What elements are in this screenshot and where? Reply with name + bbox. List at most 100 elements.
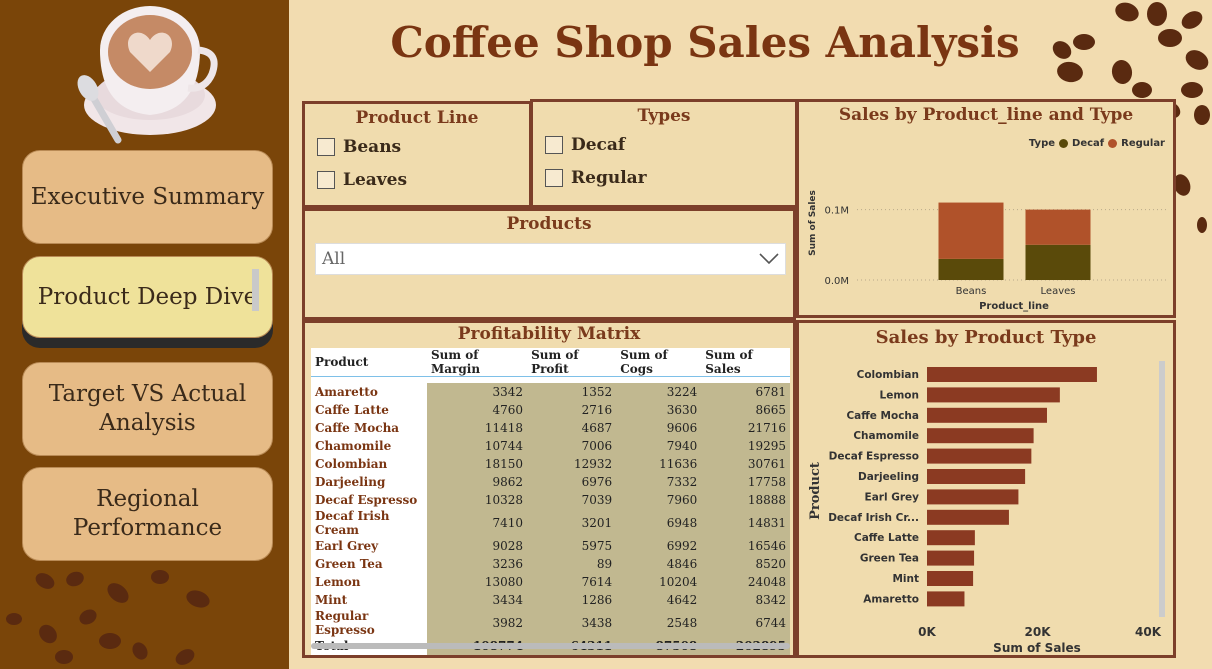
checkbox-icon[interactable] [317,137,335,156]
x-axis-title: Product_line [979,301,1049,312]
row-value-cell: 4760 [427,400,528,419]
horizontal-scrollbar[interactable] [311,643,790,649]
x-tick-label: 20K [1025,625,1052,639]
row-value-cell: 7006 [527,436,617,455]
column-header[interactable]: Sum of Profit [527,348,617,377]
row-value-cell: 11636 [616,454,702,473]
bar-segment-regular [938,202,1004,259]
row-value-cell: 12932 [527,454,617,473]
row-value-cell: 3630 [616,400,702,419]
checkbox-label: Leaves [343,169,408,190]
x-tick-label: Leaves [1041,286,1076,297]
row-value-cell: 17758 [701,472,790,491]
row-value-cell: 24048 [701,572,790,591]
y-tick-label: Green Tea [860,553,919,565]
row-value-cell: 19295 [701,436,790,455]
bar [927,407,1047,423]
products-dropdown[interactable]: All [315,243,786,275]
y-tick-label: 0.1M [824,206,849,217]
bar [927,530,975,546]
row-value-cell: 6948 [616,508,702,537]
leaves-checkbox[interactable]: Leaves [317,163,529,196]
column-header[interactable]: Sum of Sales [701,348,790,377]
sales-by-product-type-chart: Sales by Product Type Colombian Lemon Caff… [796,320,1176,658]
bar [927,448,1032,464]
coffee-cup-icon [77,6,218,144]
y-axis-title: Product [808,462,823,520]
table-row[interactable]: Lemon 13080 7614 10204 24048 [311,572,790,591]
y-tick-label: Decaf Espresso [829,451,919,463]
regular-checkbox[interactable]: Regular [545,161,795,194]
table-row[interactable]: Decaf Espresso 10328 7039 7960 18888 [311,490,790,509]
table-row[interactable]: Mint 3434 1286 4642 8342 [311,590,790,609]
y-tick-label: Mint [892,573,919,585]
table-row[interactable]: Green Tea 3236 89 4846 8520 [311,554,790,573]
bar [927,571,974,586]
column-header[interactable]: Sum of Cogs [616,348,702,377]
checkbox-icon[interactable] [317,170,335,189]
row-product-cell: Lemon [311,572,427,591]
row-value-cell: 8520 [701,554,790,573]
checkbox-icon[interactable] [545,135,563,154]
bar [927,428,1034,444]
row-value-cell: 7960 [616,490,702,509]
row-value-cell: 6992 [616,536,702,555]
y-axis-title: Sum of Sales [808,190,818,256]
y-tick-label: Caffe Latte [854,532,919,544]
legend-label: Regular [1121,138,1165,149]
nav-label: Product Deep Dive [37,283,258,310]
row-value-cell: 10328 [427,490,528,509]
bar-segment-decaf [1025,244,1091,280]
products-slicer: Products All [302,208,796,320]
matrix-table: Product Sum of Margin Sum of Profit Sum … [311,348,790,655]
nav-target-vs-actual-button[interactable]: Target VS Actual Analysis [22,362,273,456]
table-row[interactable]: Darjeeling 9862 6976 7332 17758 [311,472,790,491]
row-value-cell: 2716 [527,400,617,419]
table-row[interactable]: Regular Espresso 3982 3438 2548 6744 [311,608,790,637]
legend-swatch-regular [1108,139,1118,148]
row-product-cell: Colombian [311,454,427,473]
coffee-beans-decoration-icon [6,570,210,665]
nav-product-deep-dive-button[interactable]: Product Deep Dive [22,256,273,338]
row-value-cell: 18150 [427,454,528,473]
column-header[interactable]: Product [311,348,427,377]
table-row[interactable]: Earl Grey 9028 5975 6992 16546 [311,536,790,555]
y-tick-label: Colombian [857,369,919,381]
y-tick-label: 0.0M [824,276,849,287]
row-value-cell: 4642 [616,590,702,609]
nav-executive-summary-button[interactable]: Executive Summary [22,150,273,244]
vertical-scrollbar[interactable] [1159,361,1165,617]
table-row[interactable]: Colombian 18150 12932 11636 30761 [311,454,790,473]
scrollbar[interactable] [252,269,259,311]
decaf-checkbox[interactable]: Decaf [545,128,795,161]
row-value-cell: 1286 [527,590,617,609]
row-value-cell: 18888 [701,490,790,509]
row-product-cell: Regular Espresso [311,608,427,637]
table-row[interactable]: Amaretto 3342 1352 3224 6781 [311,382,790,401]
row-product-cell: Darjeeling [311,472,427,491]
chart-legend: Type Decaf Regular [1029,138,1165,149]
row-value-cell: 7410 [427,508,528,537]
bar [927,489,1019,505]
slicer-title: Product Line [355,108,479,128]
bar [927,509,1009,525]
sidebar: Executive Summary Product Deep Dive Targ… [0,0,289,669]
checkbox-icon[interactable] [545,168,563,187]
column-header[interactable]: Sum of Margin [427,348,528,377]
row-product-cell: Earl Grey [311,536,427,555]
row-value-cell: 3201 [527,508,617,537]
nav-regional-performance-button[interactable]: Regional Performance [22,467,273,561]
matrix-title: Profitability Matrix [457,324,641,344]
row-product-cell: Mint [311,590,427,609]
table-row[interactable]: Decaf Irish Cream 7410 3201 6948 14831 [311,508,790,537]
page-title: Coffee Shop Sales Analysis [390,18,1020,67]
row-value-cell: 9606 [616,418,702,437]
bar [927,550,975,566]
beans-checkbox[interactable]: Beans [317,130,529,163]
sales-by-line-type-chart: Sales by Product_line and Type Type Deca… [796,99,1176,318]
table-row[interactable]: Caffe Latte 4760 2716 3630 8665 [311,400,790,419]
row-product-cell: Amaretto [311,382,427,401]
table-row[interactable]: Caffe Mocha 11418 4687 9606 21716 [311,418,790,437]
table-row[interactable]: Chamomile 10744 7006 7940 19295 [311,436,790,455]
nav-label: Executive Summary [30,183,265,210]
